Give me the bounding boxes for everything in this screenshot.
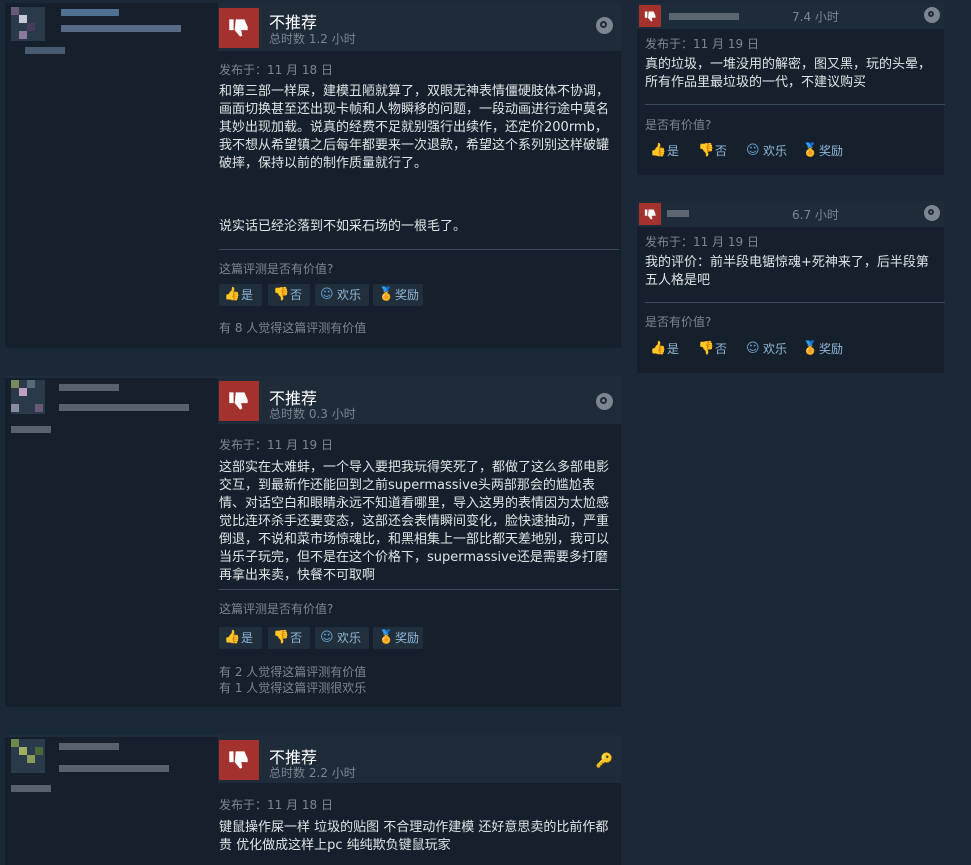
review-author[interactable] bbox=[5, 3, 213, 348]
vote-no-button[interactable]: 👎 否 bbox=[268, 627, 310, 649]
thumbs-down-icon: 👎 bbox=[273, 630, 290, 645]
author-info-redacted bbox=[11, 426, 51, 433]
thumbs-up-icon: 👍 bbox=[224, 287, 241, 302]
side-review-body: 真的垃圾，一堆没用的解密，图又黑，玩的头晕，所有作品里最垃圾的一代，不建议购买 bbox=[645, 57, 932, 90]
key-icon: 🔑 bbox=[595, 753, 613, 769]
divider bbox=[645, 302, 945, 303]
author-info-redacted bbox=[25, 47, 65, 54]
steam-icon bbox=[596, 393, 613, 410]
author-info-redacted bbox=[59, 765, 169, 772]
helpful-question: 是否有价值? bbox=[645, 118, 712, 132]
side-review-card: 7.4 小时 发布于：11 月 19 日 真的垃圾，一堆没用的解密，图又黑，玩的… bbox=[637, 3, 945, 175]
vote-no-button[interactable]: 👎 否 bbox=[268, 284, 310, 306]
smiley-icon: ☺ bbox=[746, 341, 760, 356]
award-button[interactable]: 🏅 奖励 bbox=[373, 627, 423, 649]
thumbs-down-icon: 👎 bbox=[698, 143, 715, 158]
author-info-redacted bbox=[11, 785, 51, 792]
author-name-redacted[interactable] bbox=[59, 743, 119, 750]
vote-funny-button[interactable]: ☺ 欢乐 bbox=[315, 284, 369, 306]
award-icon: 🏅 bbox=[378, 630, 395, 645]
award-button[interactable]: 🏅 奖励 bbox=[373, 284, 423, 306]
thumbs-down-icon bbox=[219, 740, 259, 780]
vote-yes-button[interactable]: 👍 是 bbox=[645, 140, 688, 162]
review-card: 不推荐 总时数 1.2 小时 发布于：11 月 18 日 和第三部一样屎，建模丑… bbox=[5, 3, 621, 348]
divider bbox=[219, 589, 619, 590]
steam-icon bbox=[596, 17, 613, 34]
side-review-posted-date: 发布于：11 月 19 日 bbox=[645, 235, 759, 249]
author-name-redacted[interactable] bbox=[61, 9, 119, 16]
review-body: 键鼠操作屎一样 垃圾的贴图 不合理动作建模 还好意思卖的比前作都贵 优化做成这样… bbox=[219, 820, 609, 853]
thumbs-down-icon: 👎 bbox=[273, 287, 290, 302]
vote-funny-button[interactable]: ☺ 欢乐 bbox=[315, 627, 369, 649]
thumbs-up-icon: 👍 bbox=[650, 143, 667, 158]
award-icon: 🏅 bbox=[378, 287, 395, 302]
award-button[interactable]: 🏅 奖励 bbox=[797, 338, 849, 360]
vote-no-button[interactable]: 👎 否 bbox=[693, 338, 735, 360]
found-funny-count: 有 1 人觉得这篇评测很欢乐 bbox=[219, 681, 367, 695]
smiley-icon: ☺ bbox=[746, 143, 760, 158]
thumbs-down-icon bbox=[219, 8, 259, 48]
award-button[interactable]: 🏅 奖励 bbox=[797, 140, 849, 162]
vote-yes-button[interactable]: 👍 是 bbox=[219, 627, 262, 649]
thumbs-down-icon bbox=[639, 203, 661, 225]
vote-funny-button[interactable]: ☺ 欢乐 bbox=[741, 140, 795, 162]
found-helpful-count: 有 8 人觉得这篇评测有价值 bbox=[219, 321, 367, 335]
side-review-body: 我的评价：前半段电锯惊魂+死神来了，后半段第五人格是吧 bbox=[645, 255, 929, 288]
vote-funny-button[interactable]: ☺ 欢乐 bbox=[741, 338, 795, 360]
avatar[interactable] bbox=[11, 380, 45, 414]
thumbs-down-icon bbox=[639, 5, 661, 27]
avatar[interactable] bbox=[11, 739, 45, 773]
thumbs-down-icon bbox=[219, 381, 259, 421]
side-review-hours: 7.4 小时 bbox=[792, 10, 839, 24]
review-posted-date: 发布于：11 月 19 日 bbox=[219, 438, 333, 452]
award-icon: 🏅 bbox=[802, 341, 819, 356]
helpful-question: 这篇评测是否有价值? bbox=[219, 602, 334, 616]
review-hours: 总时数 2.2 小时 bbox=[269, 766, 356, 780]
steam-icon bbox=[924, 7, 940, 23]
review-body: 这部实在太难蚌，一个导入要把我玩得笑死了，都做了这么多部电影交互，到最新作还能回… bbox=[219, 460, 610, 583]
author-info-redacted bbox=[61, 25, 181, 32]
helpful-question: 是否有价值? bbox=[645, 315, 712, 329]
steam-icon bbox=[924, 205, 940, 221]
divider bbox=[219, 249, 619, 250]
author-name-redacted[interactable] bbox=[669, 13, 739, 20]
review-posted-date: 发布于：11 月 18 日 bbox=[219, 63, 333, 77]
review-author[interactable] bbox=[5, 735, 213, 865]
side-review-hours: 6.7 小时 bbox=[792, 208, 839, 222]
review-card: 不推荐 总时数 2.2 小时 🔑 发布于：11 月 18 日 键鼠操作屎一样 垃… bbox=[5, 735, 621, 865]
thumbs-up-icon: 👍 bbox=[224, 630, 241, 645]
side-review-posted-date: 发布于：11 月 19 日 bbox=[645, 37, 759, 51]
vote-yes-button[interactable]: 👍 是 bbox=[645, 338, 688, 360]
review-card: 不推荐 总时数 0.3 小时 发布于：11 月 19 日 这部实在太难蚌，一个导… bbox=[5, 376, 621, 707]
thumbs-up-icon: 👍 bbox=[650, 341, 667, 356]
review-hours: 总时数 0.3 小时 bbox=[269, 407, 356, 421]
helpful-question: 这篇评测是否有价值? bbox=[219, 262, 334, 276]
award-icon: 🏅 bbox=[802, 143, 819, 158]
divider bbox=[645, 104, 945, 105]
vote-yes-button[interactable]: 👍 是 bbox=[219, 284, 262, 306]
avatar[interactable] bbox=[11, 7, 45, 41]
found-helpful-count: 有 2 人觉得这篇评测有价值 bbox=[219, 665, 367, 679]
thumbs-down-icon: 👎 bbox=[698, 341, 715, 356]
smiley-icon: ☺ bbox=[320, 287, 334, 302]
review-hours: 总时数 1.2 小时 bbox=[269, 32, 356, 46]
vote-no-button[interactable]: 👎 否 bbox=[693, 140, 735, 162]
review-body-extra: 说实话已经沦落到不如采石场的一根毛了。 bbox=[219, 219, 467, 234]
author-name-redacted[interactable] bbox=[59, 384, 119, 391]
review-body: 和第三部一样屎，建模丑陋就算了，双眼无神表情僵硬肢体不协调，画面切换甚至还出现卡… bbox=[219, 84, 610, 171]
review-author[interactable] bbox=[5, 376, 213, 707]
side-review-card: 6.7 小时 发布于：11 月 19 日 我的评价：前半段电锯惊魂+死神来了，后… bbox=[637, 201, 945, 373]
review-posted-date: 发布于：11 月 18 日 bbox=[219, 798, 333, 812]
author-name-redacted[interactable] bbox=[667, 210, 689, 217]
smiley-icon: ☺ bbox=[320, 630, 334, 645]
author-info-redacted bbox=[59, 404, 189, 411]
